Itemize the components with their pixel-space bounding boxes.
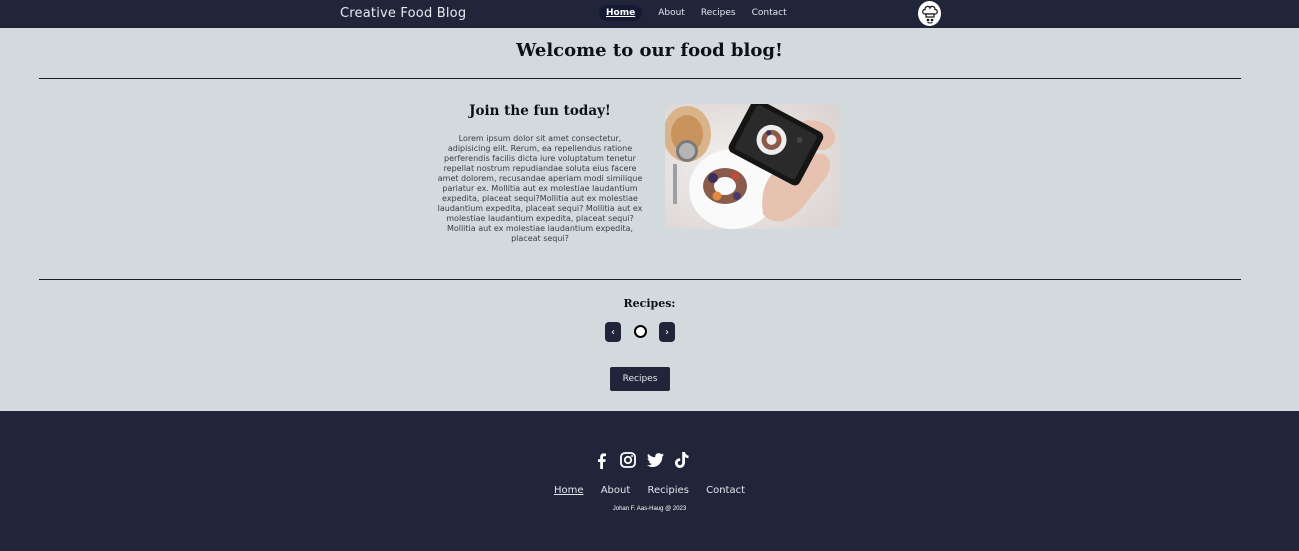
nav-home-link[interactable]: Home (599, 5, 643, 21)
chef-hat-icon[interactable] (918, 1, 941, 26)
social-links (592, 451, 691, 469)
nav-recipes-link[interactable]: Recipes (701, 5, 736, 21)
carousel-next-button[interactable]: › (659, 322, 675, 342)
divider-top (39, 78, 1241, 79)
instagram-icon[interactable] (619, 451, 637, 469)
chevron-right-icon: › (665, 326, 669, 338)
tiktok-icon[interactable] (673, 451, 691, 469)
join-heading: Join the fun today! (469, 103, 611, 119)
divider-bottom (39, 279, 1241, 280)
footer: Home About Recipies Contact Johan F. Aas… (0, 411, 1299, 551)
nav-contact-link[interactable]: Contact (752, 5, 787, 21)
carousel-loading-indicator (634, 325, 647, 338)
footer-contact-link[interactable]: Contact (706, 485, 745, 496)
recipes-heading: Recipes: (623, 297, 676, 310)
intro-paragraph: Lorem ipsum dolor sit amet consectetur, … (437, 134, 643, 243)
facebook-icon[interactable] (592, 451, 610, 469)
nav-about-link[interactable]: About (658, 5, 685, 21)
footer-about-link[interactable]: About (601, 485, 631, 496)
copyright-text: Johan F. Aas-Haug @ 2023 (612, 506, 687, 512)
recipes-button[interactable]: Recipes (610, 367, 670, 391)
main-nav: Home About Recipes Contact (599, 5, 803, 21)
footer-home-link[interactable]: Home (554, 485, 584, 496)
phone-photographing-cake-image (665, 104, 840, 229)
brand-title[interactable]: Creative Food Blog (340, 6, 466, 21)
footer-recipes-link[interactable]: Recipies (647, 485, 688, 496)
top-navbar: Creative Food Blog Home About Recipes Co… (0, 0, 1299, 28)
twitter-icon[interactable] (646, 451, 664, 469)
chevron-left-icon: ‹ (611, 326, 615, 338)
footer-nav: Home About Recipies Contact (0, 485, 1299, 496)
page-title: Welcome to our food blog! (516, 40, 783, 61)
carousel-prev-button[interactable]: ‹ (605, 322, 621, 342)
